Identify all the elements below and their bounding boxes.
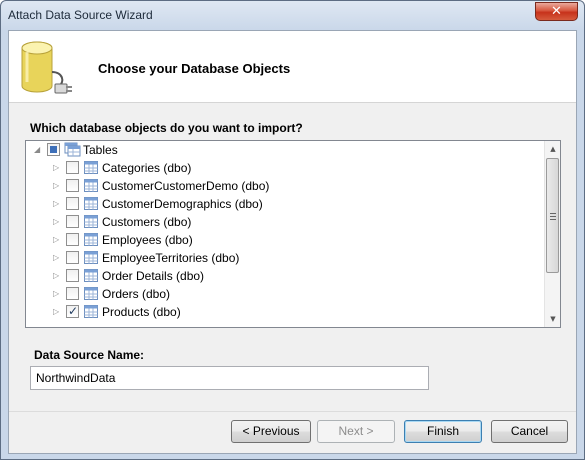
- expand-arrow-icon[interactable]: ▷: [53, 217, 61, 226]
- expand-arrow-icon[interactable]: ▷: [53, 163, 61, 172]
- data-source-name-input[interactable]: [30, 366, 429, 390]
- close-icon: ✕: [551, 4, 562, 19]
- tree-node-table[interactable]: ▷ Order Details (dbo): [26, 267, 546, 285]
- collapse-arrow-icon[interactable]: ◢: [34, 145, 42, 154]
- table-checkbox[interactable]: [66, 161, 79, 174]
- tree-node-tables[interactable]: ◢ Tables: [26, 141, 546, 159]
- table-checkbox[interactable]: [66, 269, 79, 282]
- database-objects-tree[interactable]: ◢ Tables ▷ Categories (dbo) ▷ CustomerCusto…: [25, 140, 561, 328]
- table-checkbox[interactable]: [66, 304, 79, 318]
- table-label: EmployeeTerritories (dbo): [102, 251, 240, 265]
- tables-checkbox[interactable]: [47, 143, 60, 156]
- tree-node-table[interactable]: ▷ EmployeeTerritories (dbo): [26, 249, 546, 267]
- table-checkbox[interactable]: [66, 287, 79, 300]
- finish-button[interactable]: Finish: [404, 420, 482, 443]
- table-icon: [84, 215, 98, 228]
- table-label: Categories (dbo): [102, 161, 192, 175]
- next-button[interactable]: Next >: [317, 420, 395, 443]
- expand-arrow-icon[interactable]: ▷: [53, 235, 61, 244]
- tree-node-table[interactable]: ▷ CustomerDemographics (dbo): [26, 195, 546, 213]
- thumb-grip-line: [550, 216, 556, 217]
- scroll-thumb[interactable]: [546, 158, 559, 273]
- table-label: CustomerDemographics (dbo): [102, 197, 263, 211]
- data-source-name-label: Data Source Name:: [34, 348, 145, 362]
- database-connection-icon: [21, 41, 72, 94]
- table-icon: [84, 287, 98, 300]
- footer-divider: [9, 411, 576, 412]
- tree-node-table[interactable]: ▷ Customers (dbo): [26, 213, 546, 231]
- cancel-button[interactable]: Cancel: [491, 420, 568, 443]
- tree-node-table[interactable]: ▷ Products (dbo): [26, 303, 546, 321]
- table-icon: [84, 233, 98, 246]
- tree-node-table[interactable]: ▷ Employees (dbo): [26, 231, 546, 249]
- table-checkbox[interactable]: [66, 215, 79, 228]
- table-label: Employees (dbo): [102, 233, 193, 247]
- wizard-window: Attach Data Source Wizard ✕ Choose your …: [0, 0, 585, 460]
- table-label: Order Details (dbo): [102, 269, 205, 283]
- page-title: Choose your Database Objects: [98, 61, 291, 76]
- table-icon: [84, 179, 98, 192]
- tables-folder-icon: [64, 142, 81, 157]
- table-icon: [84, 305, 98, 318]
- window-title: Attach Data Source Wizard: [8, 8, 153, 22]
- expand-arrow-icon[interactable]: ▷: [53, 307, 61, 316]
- tree-vertical-scrollbar[interactable]: ▲ ▼: [544, 141, 560, 327]
- table-checkbox[interactable]: [66, 179, 79, 192]
- table-label: Products (dbo): [102, 305, 181, 319]
- expand-arrow-icon[interactable]: ▷: [53, 271, 61, 280]
- thumb-grip-line: [550, 213, 556, 214]
- table-icon: [84, 269, 98, 282]
- scroll-up-arrow-icon[interactable]: ▲: [545, 141, 560, 157]
- title-bar[interactable]: Attach Data Source Wizard ✕: [1, 1, 584, 31]
- expand-arrow-icon[interactable]: ▷: [53, 253, 61, 262]
- thumb-grip-line: [550, 219, 556, 220]
- table-label: Orders (dbo): [102, 287, 171, 301]
- table-checkbox[interactable]: [66, 197, 79, 210]
- scroll-down-arrow-icon[interactable]: ▼: [545, 311, 560, 327]
- tables-label: Tables: [83, 143, 118, 157]
- table-label: CustomerCustomerDemo (dbo): [102, 179, 270, 193]
- previous-button[interactable]: < Previous: [231, 420, 311, 443]
- expand-arrow-icon[interactable]: ▷: [53, 199, 61, 208]
- table-checkbox[interactable]: [66, 251, 79, 264]
- table-icon: [84, 251, 98, 264]
- close-button[interactable]: ✕: [535, 2, 578, 21]
- table-label: Customers (dbo): [102, 215, 192, 229]
- table-checkbox[interactable]: [66, 233, 79, 246]
- expand-arrow-icon[interactable]: ▷: [53, 181, 61, 190]
- wizard-header: Choose your Database Objects: [9, 31, 576, 103]
- tree-node-table[interactable]: ▷ Categories (dbo): [26, 159, 546, 177]
- expand-arrow-icon[interactable]: ▷: [53, 289, 61, 298]
- tree-node-table[interactable]: ▷ CustomerCustomerDemo (dbo): [26, 177, 546, 195]
- table-icon: [84, 197, 98, 210]
- tree-node-table[interactable]: ▷ Orders (dbo): [26, 285, 546, 303]
- wizard-client-area: Choose your Database Objects Which datab…: [8, 30, 577, 454]
- tree-question-label: Which database objects do you want to im…: [30, 121, 303, 135]
- table-icon: [84, 161, 98, 174]
